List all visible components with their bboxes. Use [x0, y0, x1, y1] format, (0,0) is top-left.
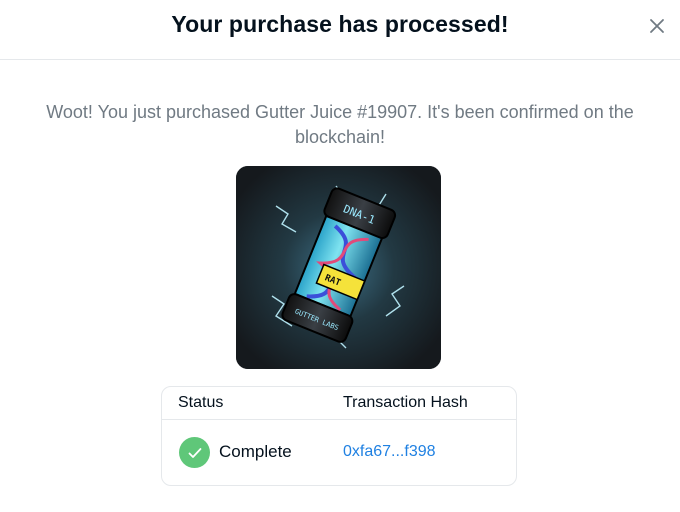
- close-button[interactable]: [643, 12, 671, 40]
- status-badge: [179, 437, 210, 468]
- modal-header: Your purchase has processed!: [0, 0, 680, 60]
- transaction-hash-header: Transaction Hash: [343, 394, 468, 411]
- nft-image: DNA-1 RAT GUTTER LABS: [236, 166, 441, 369]
- gutter-juice-canister-image: DNA-1 RAT GUTTER LABS: [236, 166, 441, 369]
- status-value: Complete: [219, 442, 292, 461]
- check-icon: [188, 447, 201, 458]
- transaction-hash-link[interactable]: 0xfa67...f398: [343, 443, 436, 461]
- table-row: Complete 0xfa67...f398: [162, 421, 516, 485]
- transaction-table: Status Transaction Hash Complete 0xfa67.…: [161, 386, 517, 486]
- close-icon: [650, 19, 664, 33]
- status-header: Status: [178, 394, 224, 411]
- table-header: Status Transaction Hash: [162, 387, 516, 420]
- modal-title: Your purchase has processed!: [171, 11, 509, 37]
- purchase-message: Woot! You just purchased Gutter Juice #1…: [46, 102, 634, 147]
